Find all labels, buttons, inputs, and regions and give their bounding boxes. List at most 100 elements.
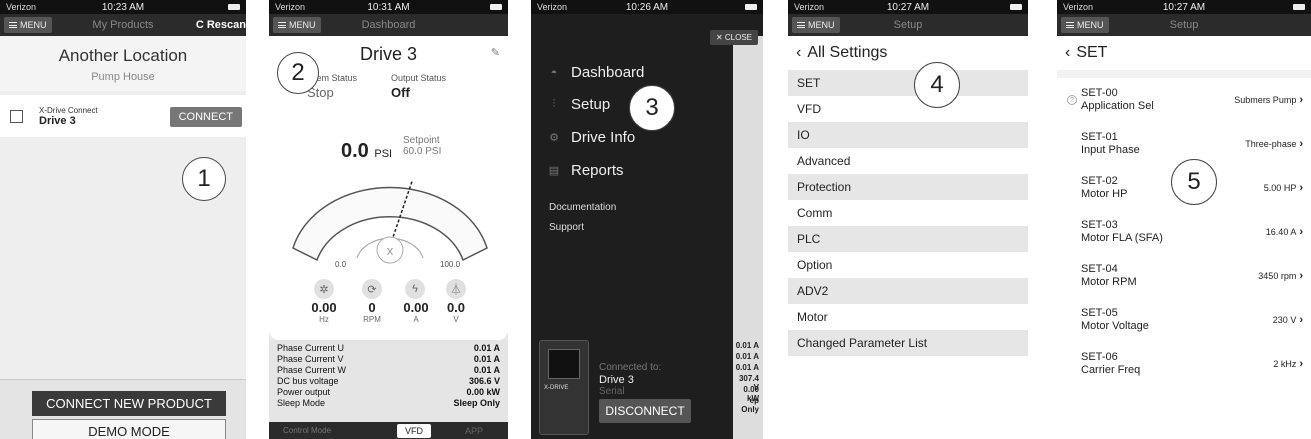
row-label: Phase Current V xyxy=(277,354,344,364)
table-row: Power output 0.00 kW xyxy=(277,387,500,398)
meter-rpm-value: 0 xyxy=(368,300,376,315)
peek-value: 0.01 A xyxy=(735,352,759,361)
param-label: SET-02 Motor HP xyxy=(1081,175,1127,201)
param-row[interactable]: SET-06 Carrier Freq 2 kHz › xyxy=(1057,342,1311,386)
battery-icon xyxy=(490,4,502,10)
row-label: Sleep Mode xyxy=(277,398,326,408)
menu-button[interactable]: MENU xyxy=(792,17,840,33)
menu-item-reports[interactable]: ▤ Reports xyxy=(547,162,624,179)
documentation-link[interactable]: Documentation xyxy=(549,202,616,213)
param-row[interactable]: SET-01 Input Phase Three-phase › xyxy=(1057,122,1311,166)
location-title: Another Location xyxy=(58,46,188,65)
app-tab[interactable]: APP xyxy=(465,426,483,436)
param-value-text: 5.00 HP xyxy=(1263,183,1297,193)
menu-button[interactable]: MENU xyxy=(1061,17,1109,33)
settings-item-changed-parameters[interactable]: Changed Parameter List xyxy=(788,330,1028,356)
status-bar: Verizon 10:27 AM xyxy=(788,0,1028,14)
settings-item-advanced[interactable]: Advanced xyxy=(788,148,1028,174)
row-value: 306.6 V xyxy=(468,376,500,386)
connect-button[interactable]: CONNECT xyxy=(169,107,242,127)
support-link[interactable]: Support xyxy=(549,222,584,233)
settings-item-set[interactable]: SET xyxy=(788,70,1028,96)
param-value: 230 V › xyxy=(1273,314,1303,326)
param-code: SET-02 xyxy=(1081,175,1118,187)
row-value: 0.00 kW xyxy=(466,387,500,397)
control-mode-label: Control Mode xyxy=(283,426,332,435)
row-label: Power output xyxy=(277,387,331,397)
settings-item-motor[interactable]: Motor xyxy=(788,304,1028,330)
nav-bar: MENU Setup xyxy=(1057,14,1311,36)
chevron-left-icon: ‹ xyxy=(1065,44,1071,61)
menu-button[interactable]: MENU xyxy=(273,17,321,33)
menu-label: MENU xyxy=(1077,20,1104,30)
table-row: Phase Current V 0.01 A xyxy=(277,354,500,365)
param-name: Motor FLA (SFA) xyxy=(1081,232,1163,244)
settings-item-option[interactable]: Option xyxy=(788,252,1028,278)
back-header[interactable]: ‹ All Settings xyxy=(788,36,1028,70)
battery-icon xyxy=(1293,4,1305,10)
device-type: X-Drive Connect xyxy=(39,105,98,115)
hamburger-icon xyxy=(797,22,805,28)
close-label: CLOSE xyxy=(724,33,752,42)
location-subtitle: Pump House xyxy=(91,71,155,83)
device-checkbox[interactable] xyxy=(10,109,23,123)
location-header: Another Location Pump House xyxy=(0,36,246,91)
chevron-right-icon: › xyxy=(1299,358,1303,370)
back-header[interactable]: ‹ SET xyxy=(1057,36,1311,70)
param-value: 16.40 A › xyxy=(1266,226,1303,238)
chevron-right-icon: › xyxy=(1299,314,1303,326)
settings-item-io[interactable]: IO xyxy=(788,122,1028,148)
close-button[interactable]: ✕ CLOSE xyxy=(709,30,758,45)
menu-item-label: Drive Info xyxy=(571,129,636,146)
settings-item-adv2[interactable]: ADV2 xyxy=(788,278,1028,304)
device-row[interactable]: X-Drive Connect Drive 3 CONNECT xyxy=(0,95,246,137)
menu-button[interactable]: MENU xyxy=(4,17,52,33)
menu-item-label: Dashboard xyxy=(571,64,645,81)
menu-item-setup[interactable]: ⫶ Setup xyxy=(547,96,611,113)
chevron-right-icon: › xyxy=(1299,226,1303,238)
settings-item-vfd[interactable]: VFD xyxy=(788,96,1028,122)
param-row[interactable]: SET-03 Motor FLA (SFA) 16.40 A › xyxy=(1057,210,1311,254)
edit-icon[interactable]: ✎ xyxy=(491,46,500,59)
menu-item-dashboard[interactable]: ◓ Dashboard xyxy=(547,64,645,81)
vfd-tab[interactable]: VFD xyxy=(397,424,431,438)
dimmed-dashboard: 0.01 A 0.01 A 0.01 A 307.4 V 0.00 kW ep … xyxy=(733,36,763,439)
connected-drive: Drive 3 xyxy=(599,374,634,386)
param-value: 3450 rpm › xyxy=(1258,270,1303,282)
connect-new-product-button[interactable]: CONNECT NEW PRODUCT xyxy=(32,391,226,416)
connection-type: Serial xyxy=(599,386,625,397)
disconnect-button[interactable]: DISCONNECT xyxy=(599,399,691,423)
param-name: Application Sel xyxy=(1081,100,1154,112)
menu-label: MENU xyxy=(289,20,316,30)
param-row[interactable]: ? SET-00 Application Sel Submers Pump › xyxy=(1057,78,1311,122)
nav-bar: MENU Setup xyxy=(788,14,1028,36)
param-row[interactable]: SET-05 Motor Voltage 230 V › xyxy=(1057,298,1311,342)
table-row: Sleep Mode Sleep Only xyxy=(277,398,500,409)
chevron-right-icon: › xyxy=(1299,94,1303,106)
gear-icon: ⚙ xyxy=(549,132,559,144)
menu-item-drive-info[interactable]: ⚙ Drive Info xyxy=(547,129,635,146)
screen-set-parameters: Verizon 10:27 AM MENU Setup ‹ SET ? SET-… xyxy=(1057,0,1311,439)
settings-item-protection[interactable]: Protection xyxy=(788,174,1028,200)
drive-brand: X-DRIVE xyxy=(544,385,569,391)
settings-item-plc[interactable]: PLC xyxy=(788,226,1028,252)
meter-a-unit: A xyxy=(413,315,419,324)
hamburger-icon xyxy=(9,22,17,28)
param-row[interactable]: SET-04 Motor RPM 3450 rpm › xyxy=(1057,254,1311,298)
status-bar: Verizon 10:26 AM xyxy=(531,0,763,14)
chevron-right-icon: › xyxy=(1299,138,1303,150)
settings-item-comm[interactable]: Comm xyxy=(788,200,1028,226)
demo-mode-button[interactable]: DEMO MODE xyxy=(32,419,226,439)
output-status-value: Off xyxy=(391,85,410,100)
param-value-text: 16.40 A xyxy=(1265,227,1297,237)
meter-hz-unit: Hz xyxy=(319,315,329,324)
voltage-icon: ⏃ xyxy=(446,279,466,299)
connected-to-label: Connected to: xyxy=(599,362,662,373)
gauge-min: 0.0 xyxy=(335,260,347,269)
divider xyxy=(1057,70,1311,78)
param-name: Motor HP xyxy=(1081,188,1128,200)
help-icon[interactable]: ? xyxy=(1067,95,1077,105)
clock: 10:23 AM xyxy=(101,1,145,13)
device-label: X-Drive Connect Drive 3 xyxy=(39,106,98,127)
rescan-button[interactable]: C Rescan xyxy=(196,19,246,31)
